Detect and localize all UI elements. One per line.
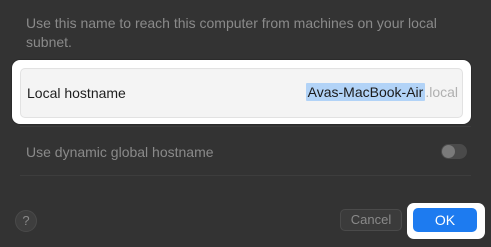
local-hostname-input[interactable]: Avas-MacBook-Air <box>305 83 426 101</box>
dynamic-hostname-row: Use dynamic global hostname <box>20 126 471 176</box>
local-hostname-field[interactable]: Avas-MacBook-Air .local <box>305 83 458 101</box>
dynamic-hostname-toggle[interactable] <box>441 144 467 159</box>
local-hostname-suffix: .local <box>425 84 458 100</box>
help-button[interactable]: ? <box>15 210 37 232</box>
dialog-description: Use this name to reach this computer fro… <box>26 15 437 50</box>
toggle-knob <box>442 145 455 158</box>
cancel-button[interactable]: Cancel <box>340 209 402 231</box>
local-hostname-row: Local hostname Avas-MacBook-Air .local <box>20 68 463 118</box>
ok-button[interactable]: OK <box>413 208 477 232</box>
local-hostname-label: Local hostname <box>27 85 126 101</box>
dynamic-hostname-label: Use dynamic global hostname <box>26 144 214 160</box>
hostname-dialog: Use this name to reach this computer fro… <box>0 0 491 247</box>
